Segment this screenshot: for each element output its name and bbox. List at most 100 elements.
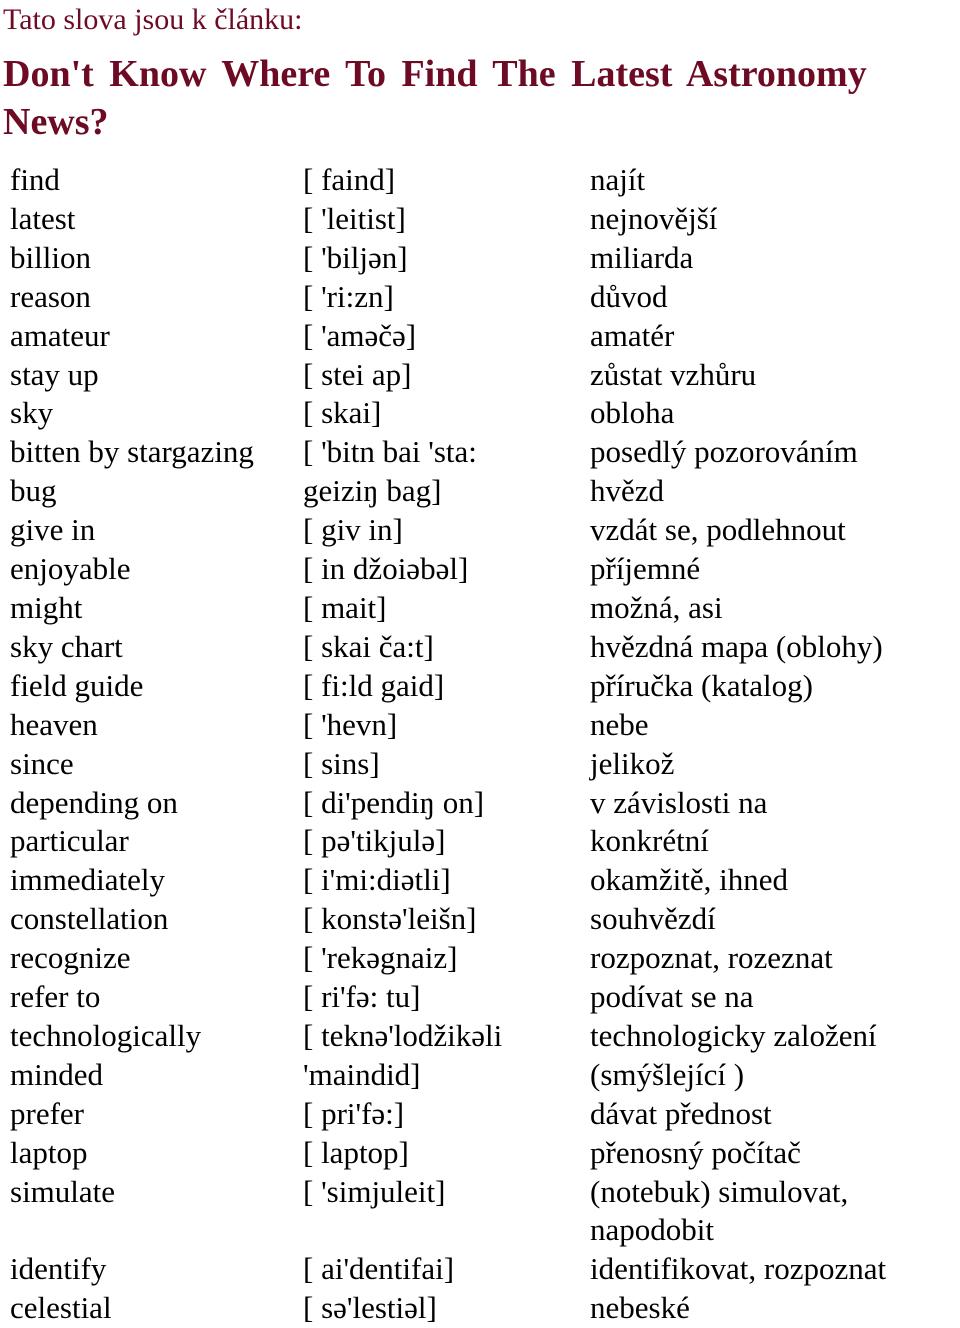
vocabulary-row: sky chart [ skai ča:t] hvězdná mapa (obloh… <box>10 628 960 667</box>
czech-translation: příjemné <box>590 551 701 587</box>
czech-translation: (notebuk) simulovat, napodobit <box>590 1173 849 1248</box>
czech-translation: možná, asi <box>590 589 723 625</box>
vocabulary-table: find [ faind] najít latest [ 'leitist] nejnov… <box>10 161 960 1328</box>
vocabulary-row: particular [ pə'tikjulə] konkrétní <box>10 822 960 861</box>
czech-translation: vzdát se, podlehnout <box>590 512 846 548</box>
vocabulary-row: prefer [ pri'fə:] dávat přednost <box>10 1095 960 1134</box>
czech-translation: miliarda <box>590 239 694 275</box>
czech-translation: okamžitě, ihned <box>590 862 788 898</box>
pronunciation: [ 'hevn] <box>303 706 398 742</box>
english-word: reason <box>10 278 91 314</box>
czech-translation: souhvězdí <box>590 901 716 937</box>
pronunciation: [ mait] <box>303 589 387 625</box>
czech-translation: obloha <box>590 395 675 431</box>
czech-translation: konkrétní <box>590 823 709 859</box>
vocabulary-row: refer to [ ri'fə: tu] podívat se na <box>10 978 960 1017</box>
czech-translation: přenosný počítač <box>590 1134 801 1170</box>
vocabulary-row: might [ mait] možná, asi <box>10 589 960 628</box>
vocabulary-row: immediately [ i'mi:diətli] okamžitě, ihned <box>10 861 960 900</box>
vocabulary-row: stay up [ stei ap] zůstat vzhůru <box>10 356 960 395</box>
pronunciation: [ fi:ld gaid] <box>303 667 445 703</box>
czech-translation: identifikovat, rozpoznat <box>590 1251 887 1287</box>
czech-translation: zůstat vzhůru <box>590 356 757 392</box>
czech-translation: jelikož <box>590 745 675 781</box>
english-word: laptop <box>10 1134 88 1170</box>
english-word: prefer <box>10 1095 84 1131</box>
pronunciation: [ laptop] <box>303 1134 409 1170</box>
english-word: identify <box>10 1251 107 1287</box>
vocabulary-row: give in [ giv in] vzdát se, podlehnout <box>10 511 960 550</box>
pronunciation: [ konstə'leišn] <box>303 901 477 937</box>
english-word: particular <box>10 823 129 859</box>
czech-translation: najít <box>590 162 646 197</box>
vocabulary-row: reason [ 'ri:zn] důvod <box>10 278 960 317</box>
vocabulary-row: bitten by stargazing [ 'bitn bai 'sta: pos… <box>10 433 960 472</box>
vocabulary-row: constellation [ konstə'leišn] souhvězdí <box>10 900 960 939</box>
czech-translation: nejnovější <box>590 200 718 236</box>
pronunciation: [ giv in] <box>303 512 403 548</box>
vocabulary-row: laptop [ laptop] přenosný počítač <box>10 1134 960 1173</box>
english-word: refer to <box>10 979 101 1015</box>
czech-translation: rozpoznat, rozeznat <box>590 940 833 976</box>
pronunciation: [ i'mi:diətli] <box>303 862 451 898</box>
english-word: stay up <box>10 356 99 392</box>
pronunciation: [ skai ča:t] <box>303 628 434 664</box>
vocabulary-row: technologically [ teknə'lodžikəli technolo… <box>10 1017 960 1056</box>
pronunciation: [ 'bitn bai 'sta: <box>303 434 477 470</box>
pronunciation: 'maindid] <box>303 1056 421 1092</box>
vocabulary-row: minded 'maindid] (smýšlející ) <box>10 1056 960 1095</box>
pronunciation: [ 'aməčə] <box>303 317 417 353</box>
english-word: constellation <box>10 901 169 937</box>
vocabulary-row: celestial [ sə'lestiəl] nebeské <box>10 1289 960 1328</box>
czech-translation: nebe <box>590 706 649 742</box>
english-word: celestial <box>10 1290 112 1326</box>
pronunciation: [ 'ri:zn] <box>303 278 394 314</box>
vocabulary-row: billion [ 'biljən] miliarda <box>10 239 960 278</box>
english-word: find <box>10 162 60 197</box>
czech-translation: hvězd <box>590 473 665 509</box>
vocabulary-row: simulate [ 'simjuleit] (notebuk) simulovat… <box>10 1173 960 1251</box>
english-word: latest <box>10 200 76 236</box>
english-word: sky <box>10 395 54 431</box>
vocabulary-row: identify [ ai'dentifai] identifikovat, roz… <box>10 1250 960 1289</box>
vocabulary-row: depending on [ di'pendiŋ on] v závislosti … <box>10 784 960 823</box>
vocabulary-table-body: find [ faind] najít latest [ 'leitist] nejnov… <box>10 161 960 1328</box>
pronunciation: [ ri'fə: tu] <box>303 979 421 1015</box>
pronunciation: [ 'simjuleit] <box>303 1173 446 1209</box>
english-word: heaven <box>10 706 98 742</box>
vocabulary-row: find [ faind] najít <box>10 161 960 200</box>
vocabulary-row: field guide [ fi:ld gaid] příručka (katalo… <box>10 667 960 706</box>
article-title: Don't Know Where To Find The Latest Astr… <box>3 53 867 143</box>
english-word: immediately <box>10 862 165 898</box>
czech-translation: hvězdná mapa (oblohy) <box>590 628 883 664</box>
pronunciation: [ skai] <box>303 395 382 431</box>
pronunciation: [ pri'fə:] <box>303 1095 405 1131</box>
pronunciation: [ di'pendiŋ on] <box>303 784 485 820</box>
vocabulary-row: enjoyable [ in džoiəbəl] příjemné <box>10 550 960 589</box>
pronunciation: [ 'biljən] <box>303 239 408 275</box>
vocabulary-row: heaven [ 'hevn] nebe <box>10 706 960 745</box>
vocabulary-row: sky [ skai] obloha <box>10 394 960 433</box>
english-word: technologically <box>10 1017 202 1053</box>
czech-translation: nebeské <box>590 1290 690 1326</box>
czech-translation: v závislosti na <box>590 784 768 820</box>
english-word: billion <box>10 239 91 275</box>
english-word: bitten by stargazing <box>10 434 254 470</box>
vocabulary-row: amateur [ 'aməčə] amatér <box>10 317 960 356</box>
english-word: field guide <box>10 667 144 703</box>
pronunciation: [ teknə'lodžikəli <box>303 1017 503 1053</box>
english-word: enjoyable <box>10 551 131 587</box>
english-word: since <box>10 745 74 781</box>
czech-translation: amatér <box>590 317 675 353</box>
czech-translation: (smýšlející ) <box>590 1056 745 1092</box>
pronunciation: [ sins] <box>303 745 380 781</box>
czech-translation: podívat se na <box>590 979 754 1015</box>
english-word: bug <box>10 473 57 509</box>
english-word: minded <box>10 1056 103 1092</box>
czech-translation: technologicky založení <box>590 1017 877 1053</box>
vocabulary-row: since [ sins] jelikož <box>10 745 960 784</box>
pronunciation: geiziŋ bag] <box>303 473 442 509</box>
pronunciation: [ 'rekəgnaiz] <box>303 940 458 976</box>
czech-translation: důvod <box>590 278 668 314</box>
english-word: recognize <box>10 940 131 976</box>
